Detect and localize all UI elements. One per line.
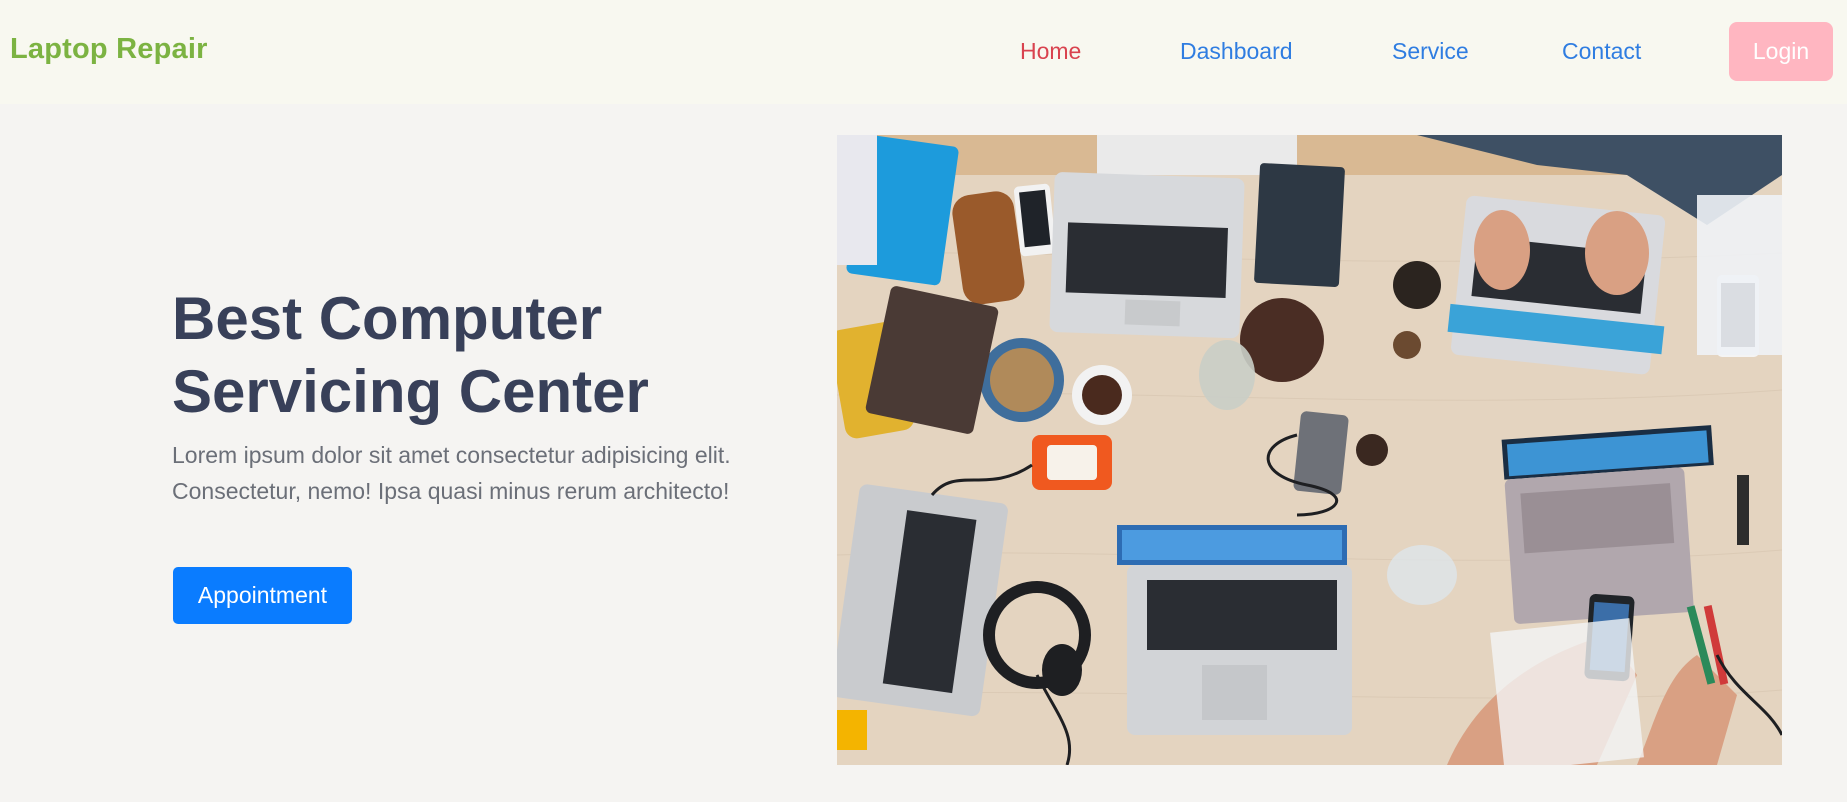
login-button[interactable]: Login xyxy=(1729,22,1833,81)
laptops-on-desk-photo-icon xyxy=(837,135,1782,765)
appointment-button[interactable]: Appointment xyxy=(173,567,352,624)
nav-dashboard-link[interactable]: Dashboard xyxy=(1180,38,1293,65)
brand-logo[interactable]: Laptop Repair xyxy=(10,33,208,66)
hero-title: Best Computer Servicing Center xyxy=(172,285,649,425)
nav-contact-link[interactable]: Contact xyxy=(1562,38,1641,65)
nav-home-link[interactable]: Home xyxy=(1020,38,1081,65)
navbar: Laptop Repair Home Dashboard Service Con… xyxy=(0,0,1847,104)
hero-description: Lorem ipsum dolor sit amet consectetur a… xyxy=(172,442,731,504)
nav-service-link[interactable]: Service xyxy=(1392,38,1469,65)
hero-image xyxy=(837,135,1782,765)
